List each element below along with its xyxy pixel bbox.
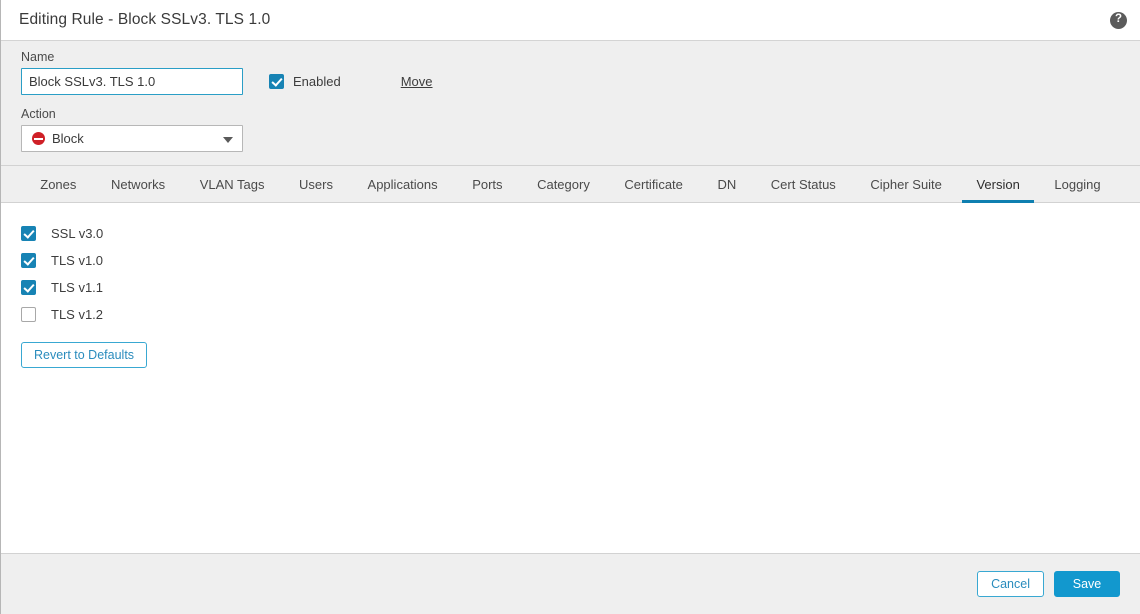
block-deny-icon [32,132,45,145]
editing-rule-dialog: Editing Rule - Block SSLv3. TLS 1.0 ? Na… [0,0,1140,614]
version-option-tls-v11[interactable]: TLS v1.1 [21,274,1140,301]
tab-ports[interactable]: Ports [455,177,520,202]
version-option-label: SSL v3.0 [51,226,104,241]
enabled-checkbox[interactable] [269,74,284,89]
tab-vlan-tags[interactable]: VLAN Tags [182,177,281,202]
checkbox-tls-v12[interactable] [21,307,36,322]
tab-zones[interactable]: Zones [23,177,94,202]
action-select[interactable]: Block [21,125,243,152]
checkbox-tls-v10[interactable] [21,253,36,268]
version-option-label: TLS v1.0 [51,253,104,268]
name-field-label: Name [21,50,55,64]
save-button[interactable]: Save [1054,571,1120,597]
tab-version[interactable]: Version [959,177,1037,202]
rule-tabs: Zones Networks VLAN Tags Users Applicati… [1,166,1140,203]
version-option-ssl-v30[interactable]: SSL v3.0 [21,220,1140,247]
dialog-footer: Cancel Save [1,553,1140,614]
tab-logging[interactable]: Logging [1037,177,1118,202]
checkbox-ssl-v30[interactable] [21,226,36,241]
name-input[interactable] [21,68,243,95]
tab-category[interactable]: Category [520,177,607,202]
tab-cert-status[interactable]: Cert Status [754,177,854,202]
help-icon[interactable]: ? [1110,11,1127,29]
chevron-down-icon[interactable] [223,136,233,143]
tab-cipher-suite[interactable]: Cipher Suite [853,177,959,202]
tab-certificate[interactable]: Certificate [607,177,700,202]
tab-dn[interactable]: DN [700,177,753,202]
move-link[interactable]: Move [401,74,433,89]
tab-networks[interactable]: Networks [94,177,183,202]
page-title: Editing Rule - Block SSLv3. TLS 1.0 [19,11,271,28]
version-option-label: TLS v1.1 [51,280,104,295]
name-row: Enabled Move [21,68,1140,95]
revert-to-defaults-button[interactable]: Revert to Defaults [21,342,148,368]
version-option-label: TLS v1.2 [51,307,104,322]
rule-form-area: Name Enabled Move Action Block [1,41,1140,166]
enabled-label: Enabled [293,74,341,89]
dialog-header: Editing Rule - Block SSLv3. TLS 1.0 ? [1,0,1140,41]
version-option-tls-v10[interactable]: TLS v1.0 [21,247,1140,274]
tab-applications[interactable]: Applications [350,177,455,202]
tab-users[interactable]: Users [282,177,351,202]
checkbox-tls-v11[interactable] [21,280,36,295]
enabled-checkbox-row[interactable]: Enabled [269,74,341,89]
version-option-tls-v12[interactable]: TLS v1.2 [21,301,1140,328]
action-field-label: Action [21,107,56,121]
action-select-value: Block [52,131,84,146]
cancel-button[interactable]: Cancel [977,571,1044,597]
version-panel: SSL v3.0 TLS v1.0 TLS v1.1 TLS v1.2 Reve… [1,203,1140,553]
